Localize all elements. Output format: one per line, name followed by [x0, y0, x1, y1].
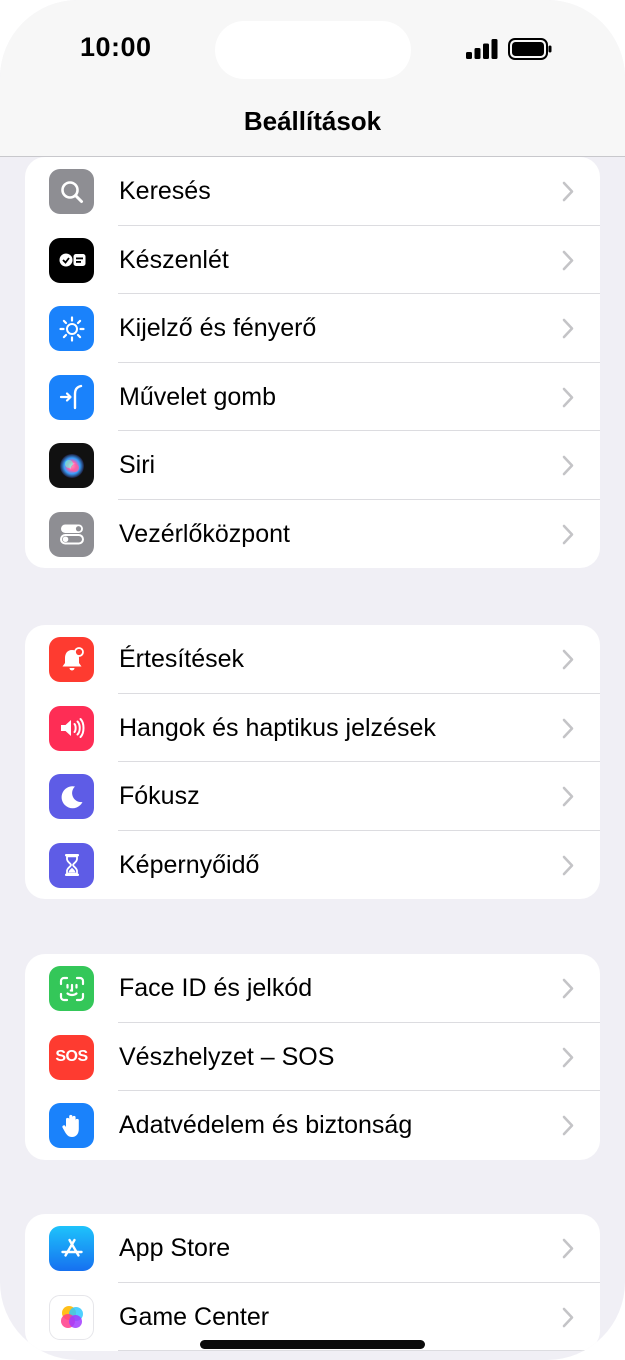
settings-row-focus[interactable]: Fókusz [25, 762, 600, 831]
row-separator [118, 1350, 600, 1351]
settings-row-app-store[interactable]: App Store [25, 1214, 600, 1283]
row-label: Vészhelyzet – SOS [119, 1042, 335, 1071]
chevron-right-icon [562, 786, 574, 807]
settings-group-security: Face ID és jelkód SOS Vészhelyzet – SOS … [25, 954, 600, 1160]
row-label: Készenlét [119, 245, 229, 274]
chevron-right-icon [562, 649, 574, 670]
app-store-icon [49, 1226, 94, 1271]
dynamic-island [215, 21, 411, 79]
row-label: Keresés [119, 177, 211, 205]
chevron-right-icon [562, 1238, 574, 1259]
action-button-icon [49, 374, 94, 420]
screen-time-hourglass-icon [49, 842, 94, 888]
chevron-right-icon [562, 181, 574, 202]
row-label: Művelet gomb [119, 382, 277, 411]
search-icon [49, 169, 94, 214]
settings-row-emergency-sos[interactable]: SOS Vészhelyzet – SOS [25, 1023, 600, 1091]
settings-row-control-center[interactable]: Vezérlőközpont [25, 500, 600, 569]
standby-icon [49, 237, 94, 283]
status-time: 10:00 [80, 32, 152, 62]
privacy-hand-icon [49, 1103, 94, 1148]
battery-icon [508, 38, 552, 60]
chevron-right-icon [562, 455, 574, 476]
home-indicator[interactable] [200, 1340, 425, 1349]
settings-row-screen-time[interactable]: Képernyőidő [25, 831, 600, 900]
brightness-icon [49, 306, 94, 351]
row-label: Képernyőidő [119, 850, 260, 879]
chevron-right-icon [562, 250, 574, 270]
face-id-icon [49, 966, 94, 1011]
cellular-signal-icon [466, 39, 498, 59]
siri-icon [49, 443, 94, 488]
settings-group-notifications: Értesítések Hangok és haptikus jelzések … [25, 625, 600, 899]
chevron-right-icon [562, 855, 574, 875]
sos-icon-text: SOS [55, 1048, 88, 1065]
page-title: Beállítások [243, 106, 382, 136]
chevron-right-icon [562, 318, 574, 339]
notifications-bell-icon [49, 637, 94, 682]
row-label: Fókusz [119, 782, 200, 810]
sos-icon: SOS [49, 1034, 94, 1080]
control-center-icon [49, 511, 94, 557]
settings-row-display-brightness[interactable]: Kijelző és fényerő [25, 294, 600, 363]
row-label: Vezérlőközpont [119, 519, 290, 548]
row-label: Kijelző és fényerő [119, 314, 317, 342]
sound-speaker-icon [49, 705, 94, 751]
navigation-bar: 10:00 Beállítások [0, 0, 625, 157]
chevron-right-icon [562, 1115, 574, 1136]
chevron-right-icon [562, 1307, 574, 1327]
chevron-right-icon [562, 978, 574, 999]
settings-row-privacy-security[interactable]: Adatvédelem és biztonság [25, 1091, 600, 1160]
settings-group-apps: App Store Game Center [25, 1214, 600, 1351]
chevron-right-icon [562, 1047, 574, 1067]
settings-row-siri[interactable]: Siri [25, 431, 600, 500]
settings-row-sounds-haptics[interactable]: Hangok és haptikus jelzések [25, 694, 600, 762]
focus-moon-icon [49, 774, 94, 819]
chevron-right-icon [562, 718, 574, 738]
row-label: App Store [119, 1234, 231, 1262]
row-label: Értesítések [119, 645, 245, 673]
settings-row-search[interactable]: Keresés [25, 157, 600, 226]
row-label: Hangok és haptikus jelzések [119, 713, 436, 742]
game-center-icon [49, 1294, 94, 1340]
settings-row-notifications[interactable]: Értesítések [25, 625, 600, 694]
row-label: Siri [119, 451, 156, 479]
settings-row-standby[interactable]: Készenlét [25, 226, 600, 294]
phone-screen: 10:00 Beállítások Keresés Készenlét Kije… [0, 0, 625, 1360]
settings-row-action-button[interactable]: Művelet gomb [25, 363, 600, 431]
settings-group-general: Keresés Készenlét Kijelző és fényerő Műv… [25, 157, 600, 568]
chevron-right-icon [562, 524, 574, 544]
row-label: Face ID és jelkód [119, 974, 313, 1002]
settings-row-face-id[interactable]: Face ID és jelkód [25, 954, 600, 1023]
chevron-right-icon [562, 387, 574, 407]
row-label: Adatvédelem és biztonság [119, 1111, 413, 1139]
settings-list[interactable]: Keresés Készenlét Kijelző és fényerő Műv… [0, 157, 625, 1360]
